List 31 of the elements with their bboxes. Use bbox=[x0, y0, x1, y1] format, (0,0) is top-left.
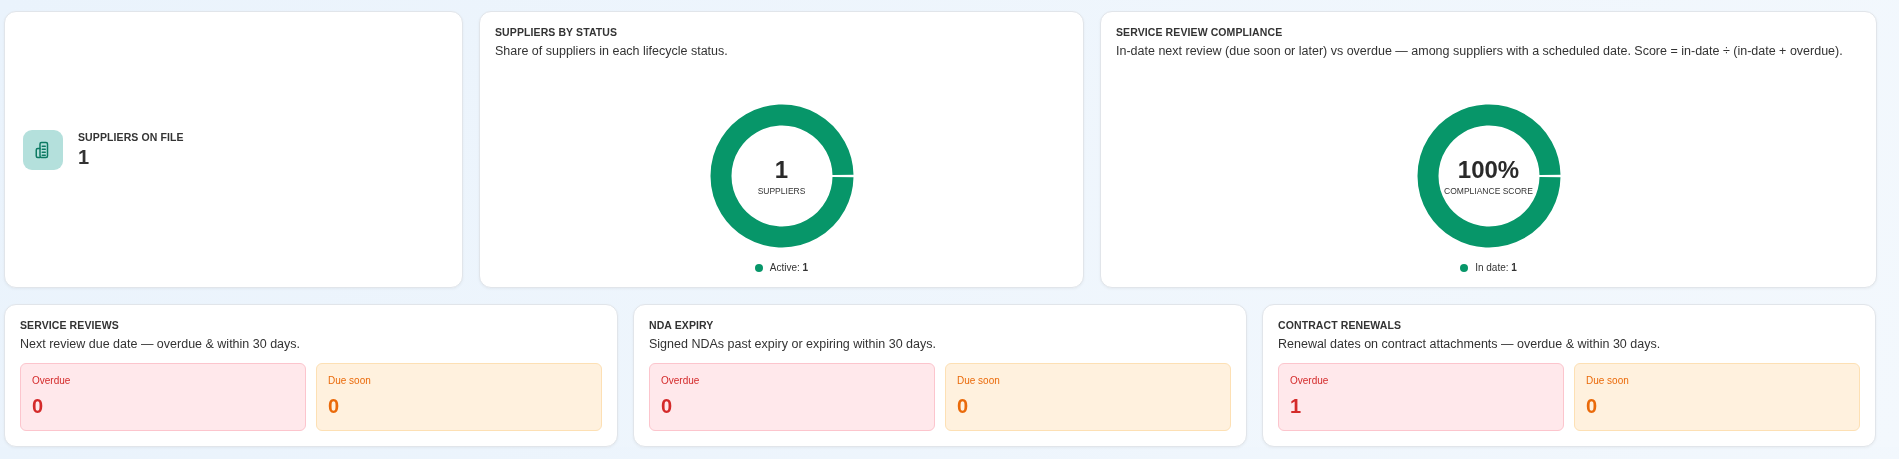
donut-center-value: 100% bbox=[1457, 156, 1520, 184]
card-description: Next review due date — overdue & within 30 days. bbox=[20, 337, 301, 351]
card-description: Signed NDAs past expiry or expiring within 30 days. bbox=[649, 337, 937, 351]
summary-title: SUPPLIERS ON FILE bbox=[78, 130, 184, 143]
stat-value: 0 bbox=[1586, 395, 1598, 418]
stat-label: Overdue bbox=[661, 375, 700, 386]
donut-center-value: 1 bbox=[774, 156, 789, 184]
stat-value: 1 bbox=[1290, 395, 1302, 418]
stat-label: Overdue bbox=[32, 375, 71, 386]
card-title: CONTRACT RENEWALS bbox=[1278, 319, 1403, 331]
stat-value: 0 bbox=[328, 395, 340, 418]
card-description: Share of suppliers in each lifecycle status. bbox=[495, 44, 729, 58]
stat-label: Overdue bbox=[1290, 375, 1329, 386]
card-description: Renewal dates on contract attachments — overdue & within 30 days. bbox=[1278, 337, 1662, 351]
card-description: In-date next review (due soon or later) vs overdue — among suppliers with a scheduled date. Score = in-date ÷ (in-date + overdue). bbox=[1116, 44, 1844, 58]
summary-value: 1 bbox=[78, 145, 91, 169]
stat-value: 0 bbox=[661, 395, 673, 418]
stat-value: 0 bbox=[957, 395, 969, 418]
legend-label: Active: 1 bbox=[769, 262, 809, 273]
stat-label: Due soon bbox=[328, 375, 371, 386]
donut-center-label: COMPLIANCE SCORE bbox=[1444, 186, 1533, 196]
card-title: SERVICE REVIEWS bbox=[20, 319, 120, 331]
card-title: NDA EXPIRY bbox=[649, 319, 715, 331]
stat-value: 0 bbox=[32, 395, 44, 418]
stat-label: Due soon bbox=[957, 375, 1000, 386]
donut-center-label: SUPPLIERS bbox=[757, 186, 806, 196]
stat-label: Due soon bbox=[1586, 375, 1629, 386]
legend-label: In date: 1 bbox=[1475, 262, 1517, 273]
card-title: SERVICE REVIEW COMPLIANCE bbox=[1116, 26, 1284, 38]
building-icon bbox=[23, 129, 63, 170]
card-title: SUPPLIERS BY STATUS bbox=[495, 26, 619, 38]
